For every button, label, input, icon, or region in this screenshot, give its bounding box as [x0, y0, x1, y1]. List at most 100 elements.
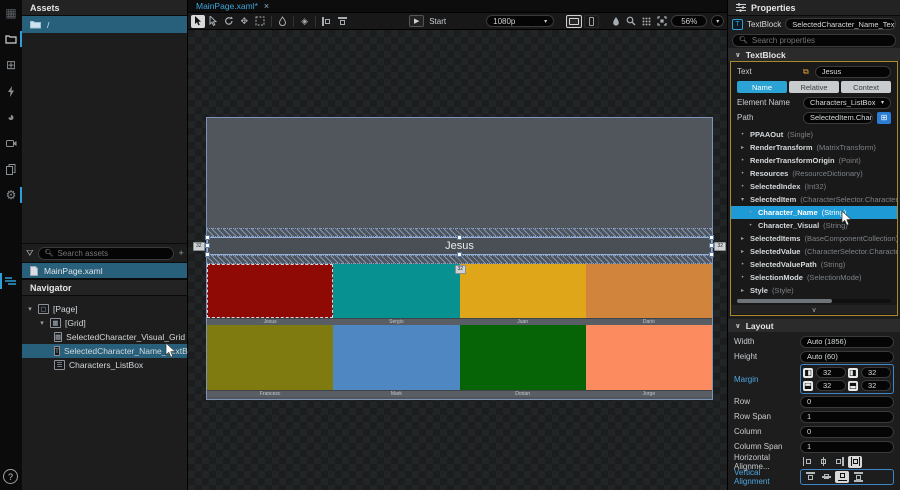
scale-tool-button[interactable]	[253, 15, 267, 28]
asset-file-row[interactable]: MainPage.xaml	[22, 263, 187, 278]
expand-more-bar[interactable]: ∨	[731, 305, 897, 314]
character-tile[interactable]	[207, 325, 334, 390]
resize-handle[interactable]	[709, 243, 714, 248]
layout-section-header[interactable]: ∨ Layout	[728, 319, 900, 332]
align-left-button[interactable]	[320, 15, 334, 28]
align-top-button[interactable]	[336, 15, 350, 28]
assets-root-folder-row[interactable]: /	[22, 16, 187, 33]
margin-top-field[interactable]: 32	[861, 380, 891, 391]
property-row[interactable]: ▸ RenderTransform (MatrixTransform)	[731, 141, 897, 154]
property-row-character-name[interactable]: • Character_Name (String)	[731, 206, 897, 219]
filter-icon[interactable]: ⛛	[26, 248, 34, 259]
settings-list-icon[interactable]: ⚙	[0, 184, 22, 206]
expander-icon[interactable]: ▾	[38, 319, 46, 327]
desktop-preview-button[interactable]	[566, 14, 582, 28]
path-value-field[interactable]: SelectedItem.Character	[803, 111, 873, 124]
character-tile[interactable]	[585, 325, 712, 390]
selected-character-visual-grid[interactable]	[207, 118, 712, 228]
path-browse-button[interactable]: ⊞	[877, 111, 891, 124]
horizontal-scrollbar[interactable]	[737, 299, 891, 303]
properties-search-field[interactable]: 🔍︎	[732, 33, 896, 47]
rowspan-field[interactable]: 1	[800, 410, 894, 423]
tab-name[interactable]: Name	[737, 81, 787, 93]
property-row[interactable]: • PPAAOut (Single)	[731, 128, 897, 141]
valign-top-button[interactable]	[803, 471, 817, 483]
valign-bottom-button[interactable]	[835, 470, 849, 483]
textblock-section-header[interactable]: ∨ TextBlock	[728, 48, 900, 61]
halign-left-button[interactable]	[800, 456, 814, 468]
character-tile[interactable]	[459, 325, 586, 390]
margin-bottom-field[interactable]: 32	[816, 380, 846, 391]
element-name-dropdown[interactable]: Characters_ListBox ▾	[803, 96, 891, 109]
design-canvas[interactable]: Jesus Jesus Sergio Juan Dario Francesc M…	[188, 30, 727, 490]
halign-center-button[interactable]	[816, 456, 830, 468]
copy-pages-icon[interactable]	[0, 158, 22, 180]
artboard[interactable]: Jesus Jesus Sergio Juan Dario Francesc M…	[193, 117, 726, 400]
resize-handle[interactable]	[205, 243, 210, 248]
margin-right-field[interactable]: 32	[861, 367, 891, 378]
tree-item-name-textblock[interactable]: T SelectedCharacter_Name_TextBlock	[22, 344, 203, 358]
pan-tool-button[interactable]	[609, 15, 623, 28]
column-field[interactable]: 0	[800, 425, 894, 438]
property-row[interactable]: • Character_Visual (String)	[731, 219, 897, 232]
valign-stretch-button[interactable]	[851, 471, 865, 483]
properties-search-input[interactable]	[751, 35, 889, 45]
scrollbar-thumb[interactable]	[737, 299, 833, 303]
tree-item-listbox[interactable]: ☰ Characters_ListBox	[22, 358, 187, 372]
move-tool-button[interactable]: ✥	[238, 15, 252, 28]
dashboard-icon[interactable]: ▦	[0, 2, 22, 24]
property-row[interactable]: ▸ SelectedItems (BaseComponentCollection)	[731, 232, 897, 245]
property-row[interactable]: ▸ Style (Style)	[731, 284, 897, 297]
actual-size-button[interactable]	[640, 15, 654, 28]
resize-handle[interactable]	[456, 235, 462, 240]
tab-relative[interactable]: Relative	[789, 81, 839, 93]
tab-mainpage[interactable]: MainPage.xaml*	[196, 1, 258, 11]
add-panel-icon[interactable]: ⊞	[0, 54, 22, 76]
zoom-level-value[interactable]: 56%	[671, 15, 708, 27]
valign-center-button[interactable]	[819, 471, 833, 483]
resize-handle[interactable]	[709, 235, 714, 240]
selected-textblock[interactable]: Jesus	[205, 235, 714, 257]
assets-file-area[interactable]	[22, 33, 187, 243]
play-button[interactable]: ▶	[409, 15, 425, 27]
zoom-tool-button[interactable]	[625, 15, 639, 28]
text-value-field[interactable]: Jesus	[814, 65, 891, 78]
resolution-dropdown[interactable]: 1080p ▾	[486, 15, 555, 27]
halign-stretch-button[interactable]	[848, 455, 862, 468]
property-row[interactable]: • SelectedValuePath (String)	[731, 258, 897, 271]
margin-left-field[interactable]: 32	[816, 367, 846, 378]
direct-select-tool-button[interactable]	[207, 15, 221, 28]
tree-item-page[interactable]: ▾ ▢ [Page]	[22, 302, 187, 316]
character-tile[interactable]	[333, 325, 460, 390]
character-tile[interactable]	[333, 264, 460, 318]
height-field[interactable]: Auto (60)	[800, 350, 894, 363]
add-asset-button[interactable]: +	[178, 248, 183, 258]
colspan-field[interactable]: 1	[800, 440, 894, 453]
phone-preview-button[interactable]	[583, 14, 600, 28]
select-tool-button[interactable]	[191, 14, 205, 28]
camera-icon[interactable]	[0, 132, 22, 154]
assets-search-field[interactable]: 🔍︎	[37, 246, 175, 260]
character-tile[interactable]	[207, 264, 334, 318]
eyedropper-tool-button[interactable]	[275, 15, 289, 28]
resize-handle[interactable]	[205, 252, 210, 257]
help-icon[interactable]: ?	[3, 469, 18, 484]
navigator-panel-icon[interactable]	[0, 270, 22, 292]
property-row[interactable]: • RenderTransformOrigin (Point)	[731, 154, 897, 167]
character-tile[interactable]	[459, 264, 586, 318]
transform-tool-button[interactable]: ◈	[298, 15, 312, 28]
rotate-tool-button[interactable]	[222, 15, 236, 28]
width-field[interactable]: Auto (1856)	[800, 335, 894, 348]
tree-item-visual-grid[interactable]: ▦ SelectedCharacter_Visual_Grid	[22, 330, 187, 344]
tree-item-grid[interactable]: ▾ ▦ [Grid]	[22, 316, 187, 330]
expander-icon[interactable]: ▾	[26, 305, 34, 313]
assets-panel-icon[interactable]	[0, 28, 22, 50]
resize-handle[interactable]	[456, 252, 462, 257]
object-name-field[interactable]: SelectedCharacter_Name_TextBlock	[785, 18, 896, 30]
pie-stats-icon[interactable]: ◕	[0, 106, 22, 128]
property-row[interactable]: • SelectionMode (SelectionMode)	[731, 271, 897, 284]
character-tile[interactable]	[585, 264, 712, 318]
property-row[interactable]: • Resources (ResourceDictionary)	[731, 167, 897, 180]
row-field[interactable]: 0	[800, 395, 894, 408]
actions-icon[interactable]	[0, 80, 22, 102]
